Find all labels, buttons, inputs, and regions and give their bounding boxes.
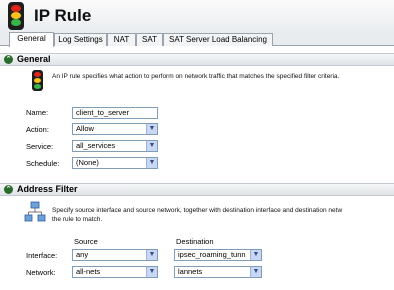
dropdown-arrow-icon[interactable]: ▼ <box>250 250 261 260</box>
general-section-title: General <box>17 54 51 64</box>
page-title: IP Rule <box>34 6 92 25</box>
schedule-label: Schedule: <box>26 159 60 168</box>
dropdown-arrow-icon[interactable]: ▼ <box>146 267 157 277</box>
destination-network-value: lannets <box>178 267 203 276</box>
tab-general[interactable]: General <box>9 32 54 47</box>
source-column-header: Source <box>74 237 98 246</box>
source-network-select[interactable]: all-nets ▼ <box>72 266 158 278</box>
service-select[interactable]: all_services ▼ <box>72 140 158 152</box>
address-filter-description-line2: the rule to match. <box>52 216 103 223</box>
address-filter-section-header[interactable]: ⌃ Address Filter <box>0 183 394 196</box>
destination-column-header: Destination <box>176 237 214 246</box>
traffic-light-icon <box>32 70 43 91</box>
network-label: Network: <box>26 268 56 277</box>
source-network-value: all-nets <box>76 267 101 276</box>
tab-sat[interactable]: SAT <box>136 33 163 46</box>
traffic-light-icon <box>8 2 24 30</box>
destination-interface-select[interactable]: ipsec_roaming_tunn ▼ <box>174 249 262 261</box>
dropdown-arrow-icon[interactable]: ▼ <box>250 267 261 277</box>
tab-sat-server-load-balancing[interactable]: SAT Server Load Balancing <box>163 33 273 46</box>
action-select[interactable]: Allow ▼ <box>72 123 158 135</box>
dropdown-arrow-icon[interactable]: ▼ <box>146 158 157 168</box>
interface-label: Interface: <box>26 251 58 260</box>
source-interface-select[interactable]: any ▼ <box>72 249 158 261</box>
dropdown-arrow-icon[interactable]: ▼ <box>146 141 157 151</box>
general-description: An IP rule specifies what action to perf… <box>52 73 340 80</box>
tab-nat[interactable]: NAT <box>107 33 136 46</box>
name-label: Name: <box>26 108 49 117</box>
schedule-select[interactable]: (None) ▼ <box>72 157 158 169</box>
chevron-up-icon[interactable]: ⌃ <box>4 55 13 64</box>
destination-interface-value: ipsec_roaming_tunn <box>178 250 246 259</box>
chevron-up-icon[interactable]: ⌃ <box>4 185 13 194</box>
schedule-value: (None) <box>76 158 99 167</box>
action-label: Action: <box>26 125 49 134</box>
dropdown-arrow-icon[interactable]: ▼ <box>146 124 157 134</box>
address-filter-description-line1: Specify source interface and source netw… <box>52 207 343 214</box>
name-field[interactable]: client_to_server <box>72 107 158 119</box>
service-value: all_services <box>76 141 116 150</box>
name-value: client_to_server <box>76 108 129 117</box>
service-label: Service: <box>26 142 54 151</box>
destination-network-select[interactable]: lannets ▼ <box>174 266 262 278</box>
tab-bar: General Log Settings NAT SAT SAT Server … <box>0 32 394 47</box>
general-section-header[interactable]: ⌃ General <box>0 53 394 66</box>
dropdown-arrow-icon[interactable]: ▼ <box>146 250 157 260</box>
address-filter-section-title: Address Filter <box>17 184 78 194</box>
network-icon <box>24 201 46 222</box>
tab-log-settings[interactable]: Log Settings <box>54 33 107 46</box>
source-interface-value: any <box>76 250 89 259</box>
action-value: Allow <box>76 124 94 133</box>
page-header: IP Rule <box>0 0 394 32</box>
